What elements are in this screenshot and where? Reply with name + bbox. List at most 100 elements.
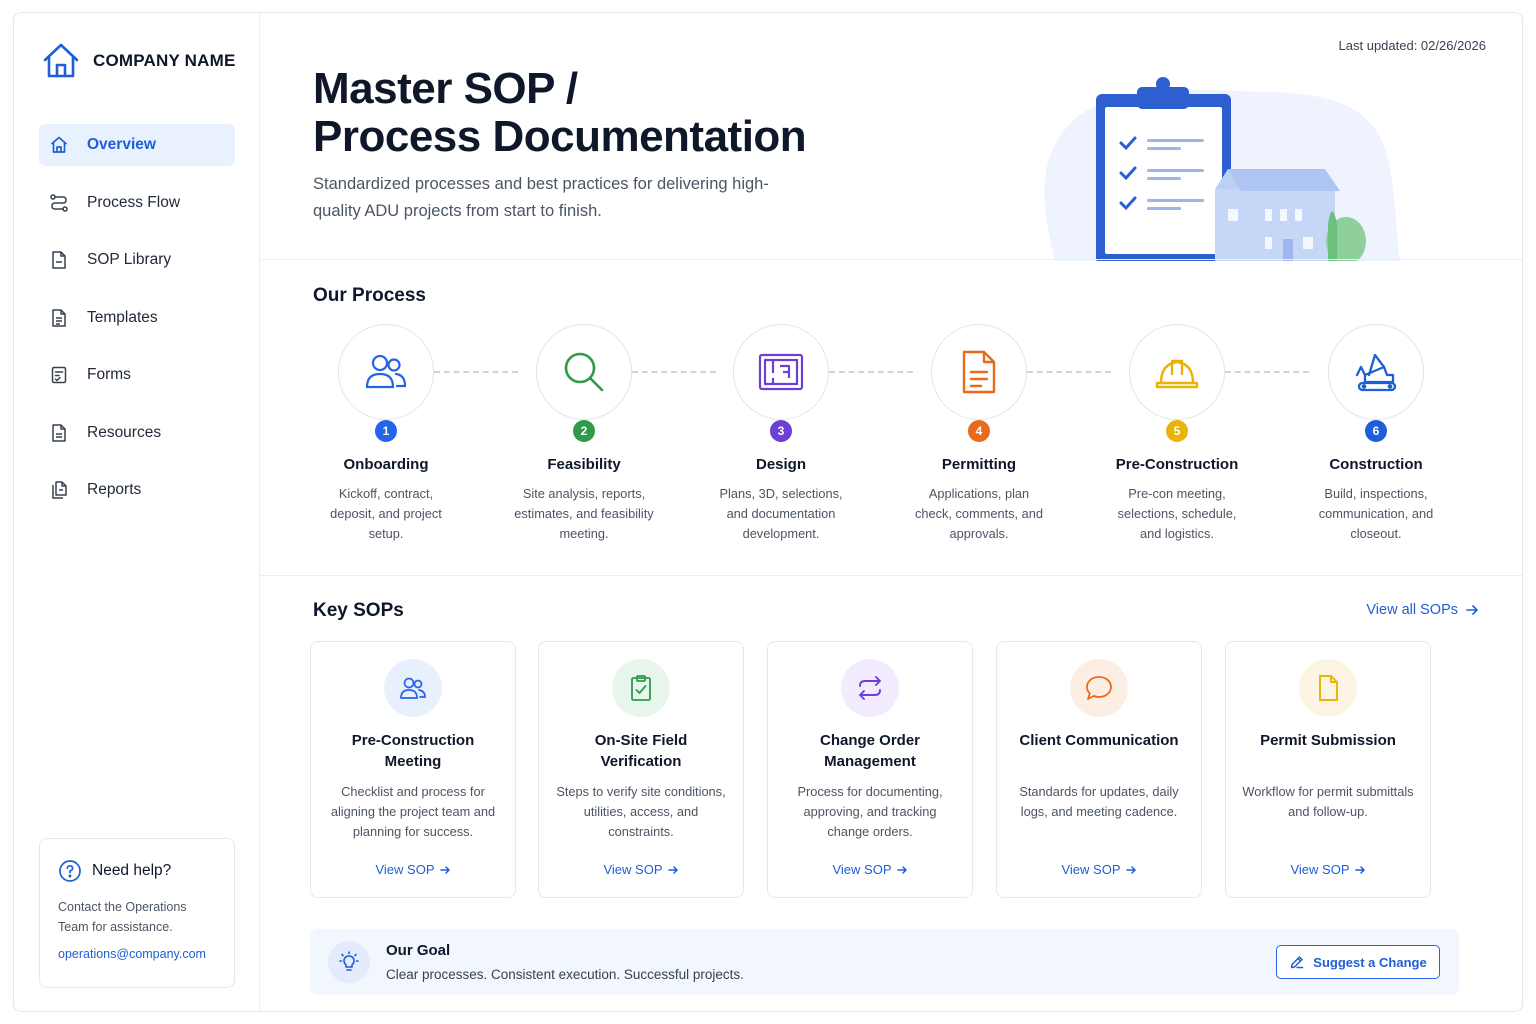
step-description: Plans, 3D, selections, and documentation…	[719, 486, 843, 541]
view-sop-link[interactable]: View SOP	[997, 862, 1201, 877]
file-icon	[1319, 675, 1338, 701]
sidebar-item-label: Overview	[87, 136, 156, 153]
sidebar-item-label: Resources	[87, 423, 162, 441]
sidebar-item-sop-library[interactable]: SOP Library	[39, 239, 235, 281]
step-connector	[434, 371, 518, 373]
chat-bubble-icon	[1086, 676, 1112, 700]
lightbulb-icon	[339, 951, 359, 971]
step-title: Feasibility	[547, 456, 621, 473]
page-subtitle: Standardized processes and best practice…	[313, 175, 769, 220]
page-title-line2: Process Documentation	[313, 112, 807, 161]
reports-icon	[52, 481, 67, 499]
template-icon	[52, 308, 66, 327]
users-icon	[400, 677, 426, 699]
sidebar-item-label: SOP Library	[87, 251, 172, 268]
swap-arrows-icon	[859, 676, 881, 700]
step-title: Construction	[1329, 456, 1423, 473]
last-updated: Last updated: 02/26/2026	[1338, 38, 1486, 53]
sop-card-client-communication[interactable]: Client Communication Standards for updat…	[996, 641, 1202, 898]
arrow-right-icon	[1354, 865, 1365, 874]
search-icon	[564, 352, 604, 392]
sidebar-item-forms[interactable]: Forms	[39, 354, 235, 396]
sidebar-item-process-flow[interactable]: Process Flow	[39, 182, 235, 224]
house-logo-icon	[43, 43, 79, 78]
arrow-right-icon	[1466, 605, 1479, 615]
help-card: Need help? Contact the Operations Team f…	[39, 838, 235, 988]
excavator-icon	[1355, 353, 1397, 392]
flow-icon	[50, 193, 68, 212]
step-title: Onboarding	[343, 456, 429, 473]
step-description: Build, inspections, communication, and c…	[1318, 486, 1434, 541]
sop-title: On-Site Field Verification	[594, 732, 688, 770]
blueprint-icon	[758, 353, 804, 391]
sop-card-pre-construction-meeting[interactable]: Pre-Construction Meeting Checklist and p…	[310, 641, 516, 898]
pencil-icon	[1291, 956, 1304, 969]
clipboard-house-illustration	[1044, 77, 1400, 261]
goal-banner: Our Goal Clear processes. Consistent exe…	[310, 929, 1459, 995]
step-title: Permitting	[941, 456, 1017, 473]
step-number: 2	[573, 420, 595, 442]
sop-title: Permit Submission	[1260, 732, 1396, 749]
step-title: Pre-Construction	[1115, 456, 1239, 473]
sidebar-item-label: Forms	[87, 366, 131, 383]
goal-title: Our Goal	[386, 942, 451, 959]
suggest-change-button[interactable]: Suggest a Change	[1276, 945, 1440, 979]
sidebar-item-resources[interactable]: Resources	[39, 412, 235, 454]
sop-title: Client Communication	[1019, 732, 1179, 749]
step-connector	[632, 371, 716, 373]
step-connector	[1225, 371, 1309, 373]
view-all-sops-link[interactable]: View all SOPs	[1366, 602, 1480, 618]
step-connector	[1027, 371, 1111, 373]
view-sop-link[interactable]: View SOP	[539, 862, 743, 877]
step-number: 5	[1166, 420, 1188, 442]
sidebar-item-overview[interactable]: Overview	[39, 124, 235, 166]
help-text: Contact the Operations Team for assistan…	[58, 900, 187, 934]
permit-document-icon	[962, 350, 996, 394]
hard-hat-icon	[1155, 359, 1199, 389]
step-number: 1	[375, 420, 397, 442]
sidebar-item-reports[interactable]: Reports	[39, 469, 235, 511]
sop-title: Change Order Management	[819, 732, 921, 770]
home-icon	[50, 136, 68, 153]
step-description: Applications, plan check, comments, and …	[914, 486, 1044, 541]
arrow-right-icon	[667, 865, 678, 874]
sop-card-change-order-management[interactable]: Change Order Management Process for docu…	[767, 641, 973, 898]
arrow-right-icon	[896, 865, 907, 874]
key-sops-title: Key SOPs	[313, 600, 404, 621]
suggest-change-label: Suggest a Change	[1313, 954, 1427, 970]
sop-title: Pre-Construction Meeting	[351, 732, 475, 770]
view-sop-link[interactable]: View SOP	[311, 862, 515, 877]
goal-text: Clear processes. Consistent execution. S…	[386, 967, 744, 982]
process-title: Our Process	[313, 285, 426, 306]
app-frame: COMPANY NAME Overview Process Flow SOP L…	[13, 12, 1523, 1012]
page-title: Master SOP / Process Documentation	[313, 64, 807, 161]
step-number: 3	[770, 420, 792, 442]
main-content: Last updated: 02/26/2026 Master SOP / Pr…	[260, 13, 1522, 1011]
sidebar-item-label: Reports	[87, 481, 142, 498]
resource-icon	[52, 423, 66, 442]
help-circle-icon	[59, 860, 81, 882]
view-sop-link[interactable]: View SOP	[1226, 862, 1430, 877]
sop-card-permit-submission[interactable]: Permit Submission Workflow for permit su…	[1225, 641, 1431, 898]
arrow-right-icon	[1125, 865, 1136, 874]
sidebar-nav: Overview Process Flow SOP Library Templa…	[39, 124, 235, 527]
view-sop-link[interactable]: View SOP	[768, 862, 972, 877]
step-title: Design	[755, 456, 806, 473]
sidebar-item-templates[interactable]: Templates	[39, 297, 235, 339]
help-title: Need help?	[92, 862, 172, 879]
sidebar-item-label: Templates	[87, 308, 158, 326]
step-connector	[829, 371, 913, 373]
divider	[260, 259, 1522, 260]
step-description: Pre-con meeting, selections, schedule, a…	[1117, 486, 1237, 541]
step-number: 4	[968, 420, 990, 442]
page-title-line1: Master SOP /	[313, 64, 578, 113]
sop-description: Checklist and process for aligning the p…	[330, 784, 496, 839]
sop-description: Steps to verify site conditions, utiliti…	[556, 784, 726, 839]
users-icon	[365, 354, 407, 389]
divider	[260, 575, 1522, 576]
company-name: COMPANY NAME	[93, 51, 236, 70]
help-email-link[interactable]: operations@company.com	[58, 947, 216, 961]
sidebar: COMPANY NAME Overview Process Flow SOP L…	[14, 13, 260, 1011]
sop-card-on-site-field-verification[interactable]: On-Site Field Verification Steps to veri…	[538, 641, 744, 898]
brand[interactable]: COMPANY NAME	[41, 41, 236, 81]
